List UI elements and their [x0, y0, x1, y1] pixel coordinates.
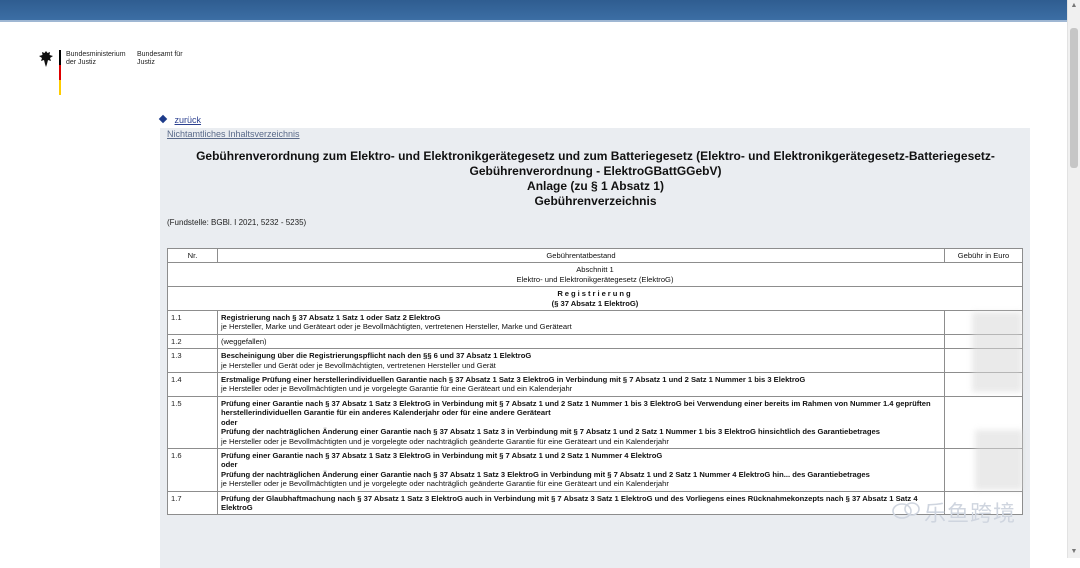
row-normal-text: (weggefallen) [221, 336, 267, 346]
flag-black-stripe [59, 50, 61, 65]
header-gebuehr: Gebühr in Euro [944, 247, 1023, 264]
subsection-subtitle: (§ 37 Absatz 1 ElektroG) [551, 298, 639, 308]
row-number: 1.1 [167, 310, 218, 335]
row-bold-text: oder [221, 417, 238, 427]
watermark-text: 乐鱼跨境 [924, 502, 1017, 527]
subsection-cell: Registrierung (§ 37 Absatz 1 ElektroG) [167, 286, 1023, 312]
section-title: Abschnitt 1 [576, 265, 614, 275]
flag-red-stripe [59, 65, 61, 80]
row-description: Prüfung einer Garantie nach § 37 Absatz … [217, 395, 945, 449]
title-line-2: Gebührenverordnung - ElektroGBattGGebV) [469, 164, 722, 178]
diamond-bullet-icon [158, 114, 168, 124]
flag-stripe [59, 50, 61, 96]
row-bold-text: Registrierung nach § 37 Absatz 1 Satz 1 … [221, 313, 441, 323]
row-bold-text: oder [221, 460, 238, 470]
vertical-scrollbar[interactable]: ▲ ▼ [1067, 0, 1080, 558]
toc-link[interactable]: Nichtamtliches Inhaltsverzeichnis [167, 129, 300, 139]
section-row: Abschnitt 1 Elektro- und Elektronikgerät… [167, 262, 1023, 288]
row-normal-text: je Hersteller oder je Bevollmächtigten u… [221, 384, 573, 394]
scroll-down-arrow-icon[interactable]: ▼ [1070, 548, 1078, 556]
watermark: 乐鱼跨境 [892, 496, 1048, 527]
table-row: 1.3 Bescheinigung über die Registrierung… [167, 348, 1023, 374]
blurred-fee-area [972, 312, 1022, 392]
row-number: 1.5 [167, 395, 218, 449]
subsection-title: Registrierung [557, 289, 633, 299]
table-header-row: Nr. Gebührentatbestand Gebühr in Euro [167, 247, 1023, 264]
row-description: Erstmalige Prüfung einer herstellerindiv… [217, 372, 945, 397]
row-number: 1.2 [167, 333, 218, 350]
row-bold-text: Prüfung der nachträglichen Änderung eine… [221, 427, 880, 437]
section-cell: Abschnitt 1 Elektro- und Elektronikgerät… [167, 262, 1023, 288]
flag-gold-stripe [59, 80, 61, 95]
row-number: 1.3 [167, 348, 218, 374]
office-name: Bundesamt für Justiz [137, 51, 183, 66]
row-description: Prüfung der Glaubhaftmachung nach § 37 A… [217, 490, 945, 516]
header-nr: Nr. [167, 247, 218, 264]
row-number: 1.7 [167, 490, 218, 516]
row-description: Prüfung einer Garantie nach § 37 Absatz … [217, 447, 945, 492]
row-bold-text: Prüfung der Glaubhaftmachung nach § 37 A… [221, 493, 918, 512]
row-normal-text: je Hersteller oder je Bevollmächtigten u… [221, 436, 669, 446]
table-row: 1.6 Prüfung einer Garantie nach § 37 Abs… [167, 447, 1023, 492]
watermark-logo-icon [892, 502, 920, 519]
federal-eagle-icon [39, 51, 53, 67]
ministry-name: Bundesministerium der Justiz [66, 51, 126, 66]
row-bold-text: Prüfung einer Garantie nach § 37 Absatz … [221, 450, 663, 460]
row-description: (weggefallen) [217, 333, 945, 350]
back-link[interactable]: zurück [175, 115, 202, 125]
row-number: 1.4 [167, 372, 218, 397]
row-normal-text: je Hersteller oder je Bevollmächtigten u… [221, 479, 669, 489]
document-title: Gebührenverordnung zum Elektro- und Elek… [167, 149, 1024, 209]
row-normal-text: je Hersteller, Marke und Geräteart oder … [221, 322, 572, 332]
top-bar-edge [0, 20, 1068, 22]
row-description: Registrierung nach § 37 Absatz 1 Satz 1 … [217, 310, 945, 335]
scroll-up-arrow-icon[interactable]: ▲ [1070, 2, 1078, 10]
row-bold-text: Prüfung einer Garantie nach § 37 Absatz … [221, 398, 931, 418]
blurred-fee-area [975, 430, 1023, 490]
fee-table: Nr. Gebührentatbestand Gebühr in Euro Ab… [167, 247, 1023, 516]
row-bold-text: Prüfung der nachträglichen Änderung eine… [221, 469, 870, 479]
header-tatbestand: Gebührentatbestand [217, 247, 945, 264]
title-line-1: Gebührenverordnung zum Elektro- und Elek… [196, 149, 995, 163]
row-number: 1.6 [167, 447, 218, 492]
table-row: 1.1 Registrierung nach § 37 Absatz 1 Sat… [167, 310, 1023, 335]
table-row: 1.2 (weggefallen) [167, 333, 1023, 350]
title-line-3: Anlage (zu § 1 Absatz 1) [527, 179, 664, 193]
row-bold-text: Erstmalige Prüfung einer herstellerindiv… [221, 375, 806, 385]
scroll-thumb[interactable] [1070, 28, 1078, 168]
table-row: 1.5 Prüfung einer Garantie nach § 37 Abs… [167, 395, 1023, 449]
table-row: 1.4 Erstmalige Prüfung einer herstelleri… [167, 372, 1023, 397]
row-description: Bescheinigung über die Registrierungspfl… [217, 348, 945, 374]
row-bold-text: Bescheinigung über die Registrierungspfl… [221, 351, 532, 361]
source-reference: (Fundstelle: BGBl. I 2021, 5232 - 5235) [167, 218, 307, 227]
title-line-4: Gebührenverzeichnis [534, 194, 657, 208]
back-link-container: zurück [158, 114, 202, 125]
section-subtitle: Elektro- und Elektronikgerätegesetz (Ele… [516, 274, 674, 284]
ministry-logo[interactable]: Bundesministerium der Justiz Bundesamt f… [38, 50, 183, 98]
row-normal-text: je Hersteller und Gerät oder je Bevollmä… [221, 360, 496, 370]
browser-top-bar [0, 0, 1068, 20]
subsection-row: Registrierung (§ 37 Absatz 1 ElektroG) [167, 286, 1023, 312]
